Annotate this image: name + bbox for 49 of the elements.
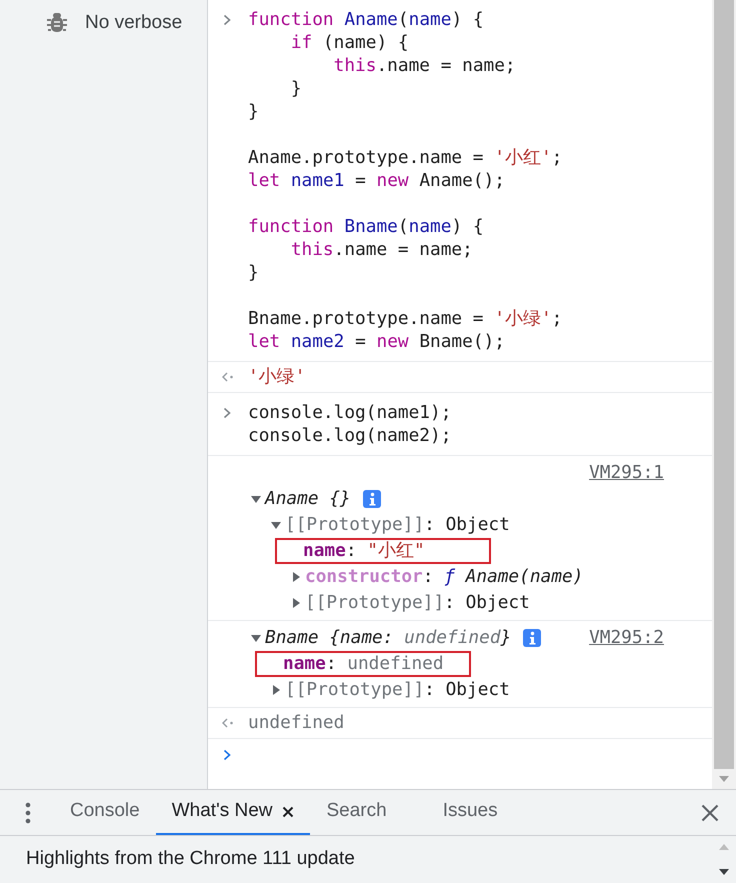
scrollbar[interactable] xyxy=(712,0,736,789)
result-value: '小绿' xyxy=(248,364,306,389)
code-line: function Bname(name) { xyxy=(248,215,485,238)
tree-node-label[interactable]: [[Prototype]]: Object xyxy=(305,590,530,616)
tree-node-label[interactable]: [[Prototype]]: Object xyxy=(285,512,510,538)
result-value: undefined xyxy=(248,710,344,735)
code-line: console.log(name2); xyxy=(248,424,452,447)
tree-node-label[interactable]: Bname {name: undefined} xyxy=(265,624,512,652)
drawer-tab[interactable]: Issues xyxy=(426,790,514,835)
code-line: Aname.prototype.name = '小红'; xyxy=(248,146,562,169)
whats-new-heading: Highlights from the Chrome 111 update xyxy=(26,847,355,872)
close-icon[interactable] xyxy=(701,804,719,822)
more-options-icon[interactable] xyxy=(24,802,32,824)
bug-icon xyxy=(47,12,67,34)
code-line: this.name = name; xyxy=(290,238,474,261)
prompt-chevron-icon xyxy=(223,749,232,761)
info-icon[interactable] xyxy=(362,490,381,508)
result-arrow-icon xyxy=(222,372,234,382)
source-link[interactable]: VM295:2 xyxy=(589,624,664,652)
code-line: } xyxy=(248,261,260,284)
property-text: name: undefined xyxy=(283,652,444,676)
prompt-chevron-icon xyxy=(223,14,232,26)
code-line: } xyxy=(290,77,303,100)
triangle-down-icon[interactable] xyxy=(270,519,282,531)
tree-node-label[interactable]: [[Prototype]]: Object xyxy=(285,676,510,704)
tree-node-label[interactable]: constructor: ƒ Aname(name) xyxy=(305,564,584,590)
code-line: Bname.prototype.name = '小绿'; xyxy=(248,307,562,330)
drawer-tab[interactable]: Search xyxy=(310,790,403,835)
code-line: } xyxy=(248,100,260,123)
code-line: function Aname(name) { xyxy=(248,8,485,31)
code-line: if (name) { xyxy=(290,31,410,54)
code-line: let name2 = new Bname(); xyxy=(248,330,506,353)
triangle-down-icon[interactable] xyxy=(250,493,262,505)
triangle-right-icon[interactable] xyxy=(270,684,282,696)
property-text: name: "小红" xyxy=(303,538,425,563)
code-line: this.name = name; xyxy=(332,54,517,77)
sidebar-item[interactable]: No verbose xyxy=(0,10,207,36)
source-link[interactable]: VM295:1 xyxy=(589,460,664,486)
info-icon[interactable] xyxy=(523,629,542,647)
code-line: let name1 = new Aname(); xyxy=(248,169,506,192)
tree-node-label[interactable]: Aname {} xyxy=(265,486,351,512)
result-arrow-icon xyxy=(222,718,234,728)
prompt-chevron-icon xyxy=(223,407,232,419)
code-line: console.log(name1); xyxy=(248,401,452,424)
triangle-right-icon[interactable] xyxy=(290,597,302,609)
drawer-tab[interactable]: Console xyxy=(54,790,156,835)
triangle-right-icon[interactable] xyxy=(290,571,302,583)
close-tab-icon[interactable] xyxy=(282,806,294,818)
triangle-down-icon[interactable] xyxy=(250,632,262,644)
